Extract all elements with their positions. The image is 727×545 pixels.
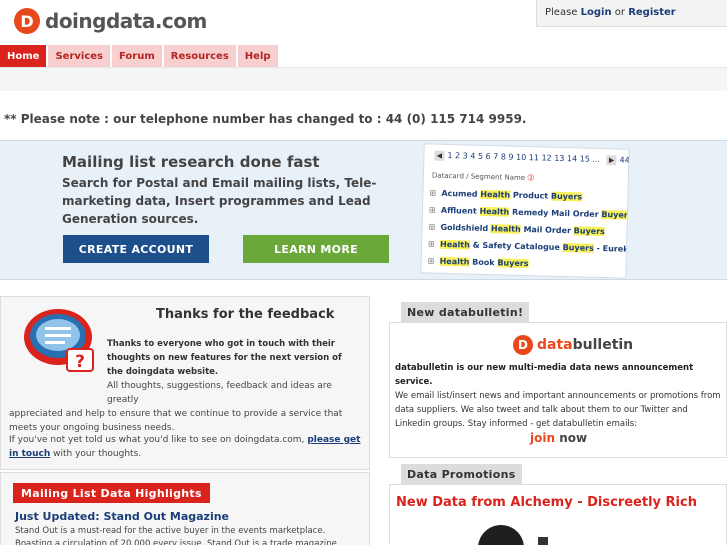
hero-subtitle: Search for Postal and Email mailing list… bbox=[62, 176, 377, 226]
login-link[interactable]: Login bbox=[581, 7, 612, 18]
feedback-panel: ? Thanks for the feedback Thanks to ever… bbox=[0, 296, 370, 470]
pager-prev-icon: ◀ bbox=[434, 150, 445, 161]
pager-end: 44 bbox=[619, 155, 630, 165]
preview-column-header: Datacard / Segment Name ⓶ bbox=[431, 171, 535, 183]
promotion-logo-fragment bbox=[538, 537, 548, 545]
highlight-title-link[interactable]: Just Updated: Stand Out Magazine bbox=[15, 510, 229, 523]
login-box: Please Login or Register bbox=[536, 0, 727, 27]
databulletin-text: databulletin is our new multi-media data… bbox=[395, 363, 721, 429]
hero-title: Mailing list research done fast bbox=[62, 153, 320, 171]
feedback-footer: If you've not yet told us what you'd lik… bbox=[9, 435, 361, 459]
highlights-panel: Mailing List Data Highlights Just Update… bbox=[0, 472, 370, 545]
feedback-intro: Thanks to everyone who got in touch with… bbox=[107, 339, 342, 377]
subnav-bar bbox=[0, 67, 727, 91]
search-preview-image: ◀ 1 2 3 4 5 6 7 8 9 10 11 12 13 14 15 ...… bbox=[420, 143, 630, 279]
create-account-button[interactable]: CREATE ACCOUNT bbox=[63, 235, 209, 263]
main-nav: Home Services Forum Resources Help bbox=[0, 45, 280, 67]
databulletin-panel: D databulletin databulletin is our new m… bbox=[389, 322, 727, 458]
learn-more-button[interactable]: LEARN MORE bbox=[243, 235, 389, 263]
promotions-panel: New Data from Alchemy - Discreetly Rich bbox=[389, 484, 727, 545]
highlights-tab: Mailing List Data Highlights bbox=[13, 483, 210, 503]
svg-text:?: ? bbox=[75, 352, 85, 372]
nav-resources[interactable]: Resources bbox=[163, 45, 236, 67]
databulletin-wordmark: databulletin bbox=[537, 337, 634, 353]
nav-home[interactable]: Home bbox=[0, 45, 47, 67]
nav-services[interactable]: Services bbox=[48, 45, 110, 67]
logo-text: doingdata.com bbox=[45, 9, 207, 33]
login-prefix: Please bbox=[545, 7, 578, 18]
promotions-tab: Data Promotions bbox=[401, 464, 522, 484]
speech-bubble-icon: ? bbox=[24, 309, 94, 372]
promotion-title-link[interactable]: New Data from Alchemy - Discreetly Rich bbox=[396, 495, 697, 510]
databulletin-tab: New databulletin! bbox=[401, 302, 530, 322]
nav-help[interactable]: Help bbox=[237, 45, 278, 67]
preview-pager: ◀ 1 2 3 4 5 6 7 8 9 10 11 12 13 14 15 ...… bbox=[434, 150, 630, 166]
header: D doingdata.com Please Login or Register bbox=[0, 0, 727, 44]
register-link[interactable]: Register bbox=[628, 7, 676, 18]
highlight-text: Stand Out is a must-read for the active … bbox=[15, 526, 337, 545]
pager-pages: 1 2 3 4 5 6 7 8 9 10 11 12 13 14 15 ... bbox=[447, 150, 601, 164]
logo-badge: D bbox=[14, 8, 40, 34]
preview-segment-list: ⊞ Acumed Health Product Buyers ⊞ Affluent … bbox=[427, 188, 630, 278]
nav-forum[interactable]: Forum bbox=[111, 45, 162, 67]
login-or: or bbox=[614, 7, 626, 18]
databulletin-badge: D bbox=[513, 335, 533, 355]
pager-next-icon: ▶ bbox=[606, 155, 617, 166]
promotion-image bbox=[478, 525, 524, 545]
site-logo[interactable]: D doingdata.com bbox=[14, 8, 207, 34]
join-now-link[interactable]: join now bbox=[530, 431, 587, 445]
phone-notice: ** Please note : our telephone number ha… bbox=[4, 112, 527, 126]
feedback-title: Thanks for the feedback bbox=[156, 307, 335, 322]
databulletin-logo: D databulletin bbox=[513, 335, 633, 355]
feedback-body: All thoughts, suggestions, feedback and … bbox=[9, 381, 343, 433]
